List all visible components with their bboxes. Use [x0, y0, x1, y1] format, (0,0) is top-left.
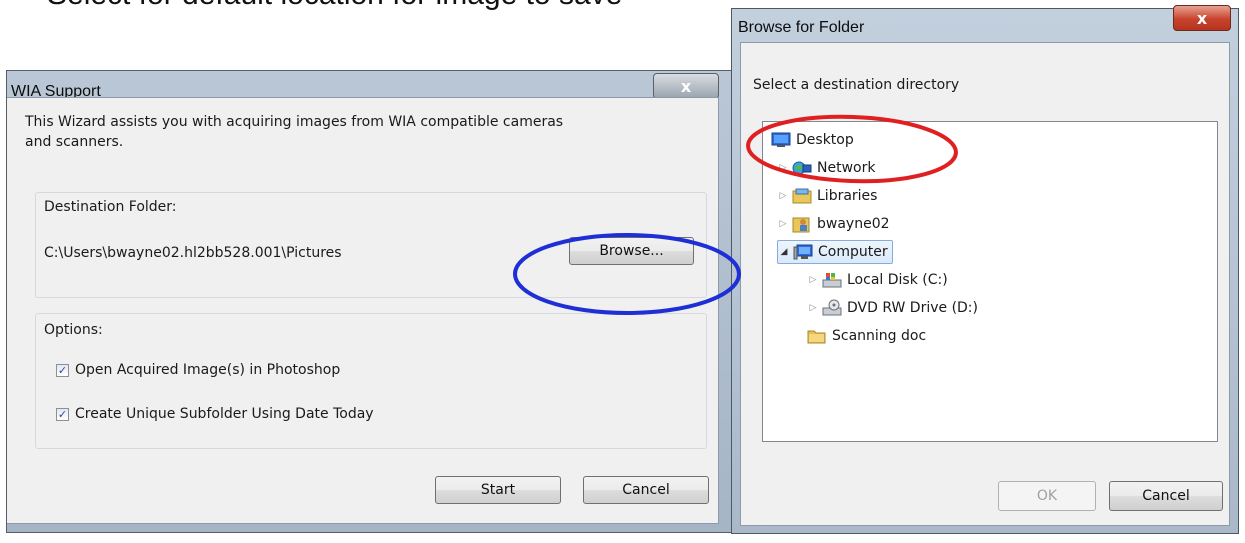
open-in-photoshop-label: Open Acquired Image(s) in Photoshop — [75, 362, 341, 378]
expand-arrow-icon[interactable]: ▷ — [777, 219, 789, 229]
options-group: Options: ✓ Open Acquired Image(s) in Pho… — [35, 313, 707, 449]
wia-intro-text: This Wizard assists you with acquiring i… — [25, 114, 564, 150]
browse-cancel-button[interactable]: Cancel — [1109, 481, 1223, 511]
browse-button[interactable]: Browse... — [569, 237, 694, 265]
tree-item-label: Desktop — [796, 132, 854, 148]
tree-item-label: Scanning doc — [832, 328, 927, 344]
collapse-arrow-icon[interactable]: ◢ — [778, 247, 790, 257]
wia-close-button[interactable]: x — [653, 73, 719, 99]
tree-item-network[interactable]: ▷ Network — [777, 156, 876, 180]
destination-path-text: C:\Users\bwayne02.hl2bb528.001\Pictures — [44, 245, 342, 261]
tree-item-label: Network — [817, 160, 876, 176]
wia-support-dialog: WIA Support x This Wizard assists you wi… — [6, 70, 732, 533]
destination-folder-group: Destination Folder: C:\Users\bwayne02.hl… — [35, 192, 707, 298]
browse-dialog-body: Select a destination directory Desktop ▷… — [740, 42, 1230, 526]
tree-item-computer[interactable]: ◢ Computer — [777, 240, 893, 264]
tree-item-label: DVD RW Drive (D:) — [847, 300, 978, 316]
expand-arrow-icon[interactable]: ▷ — [777, 191, 789, 201]
unique-subfolder-label: Create Unique Subfolder Using Date Today — [75, 406, 374, 422]
browse-close-button[interactable]: x — [1173, 5, 1231, 31]
user-folder-icon — [792, 215, 812, 233]
computer-icon — [793, 243, 813, 261]
network-icon — [792, 159, 812, 177]
destination-folder-label: Destination Folder: — [44, 199, 177, 215]
tree-item-bwayne02[interactable]: ▷ bwayne02 — [777, 212, 890, 236]
expand-arrow-icon[interactable]: ▷ — [807, 303, 819, 313]
options-label: Options: — [44, 322, 103, 338]
unique-subfolder-option[interactable]: ✓ Create Unique Subfolder Using Date Tod… — [56, 406, 374, 422]
ok-button[interactable]: OK — [998, 481, 1096, 511]
browse-for-folder-dialog: Browse for Folder x Select a destination… — [731, 5, 1239, 534]
browse-instruction-text: Select a destination directory — [753, 77, 960, 93]
browse-dialog-title: Browse for Folder — [738, 19, 865, 36]
start-button[interactable]: Start — [435, 476, 561, 504]
tree-item-scanning-doc[interactable]: Scanning doc — [807, 324, 926, 348]
open-in-photoshop-checkbox[interactable]: ✓ — [56, 363, 69, 377]
expand-arrow-icon[interactable]: ▷ — [807, 275, 819, 285]
desktop-icon — [771, 131, 791, 149]
tree-item-local-disk[interactable]: ▷ Local Disk (C:) — [807, 268, 948, 292]
folder-tree[interactable]: Desktop ▷ Network ▷ Libraries ▷ bwayne02… — [762, 121, 1218, 442]
close-icon: x — [1196, 8, 1208, 28]
open-in-photoshop-option[interactable]: ✓ Open Acquired Image(s) in Photoshop — [56, 362, 340, 378]
libraries-icon — [792, 187, 812, 205]
tree-item-label: Local Disk (C:) — [847, 272, 948, 288]
expand-arrow-icon[interactable]: ▷ — [777, 163, 789, 173]
unique-subfolder-checkbox[interactable]: ✓ — [56, 407, 69, 421]
tree-item-label: bwayne02 — [817, 216, 890, 232]
slide-caption: Select for default location for image to… — [47, 0, 622, 12]
tree-item-dvd-drive[interactable]: ▷ DVD RW Drive (D:) — [807, 296, 978, 320]
tree-item-label: Libraries — [817, 188, 878, 204]
tree-item-libraries[interactable]: ▷ Libraries — [777, 184, 878, 208]
tree-item-label: Computer — [818, 244, 888, 260]
folder-icon — [807, 327, 827, 345]
wia-cancel-button[interactable]: Cancel — [583, 476, 709, 504]
close-icon: x — [680, 76, 692, 96]
dvd-drive-icon — [822, 299, 842, 317]
wia-dialog-body: This Wizard assists you with acquiring i… — [7, 97, 719, 524]
local-disk-icon — [822, 271, 842, 289]
tree-item-desktop[interactable]: Desktop — [771, 128, 854, 152]
